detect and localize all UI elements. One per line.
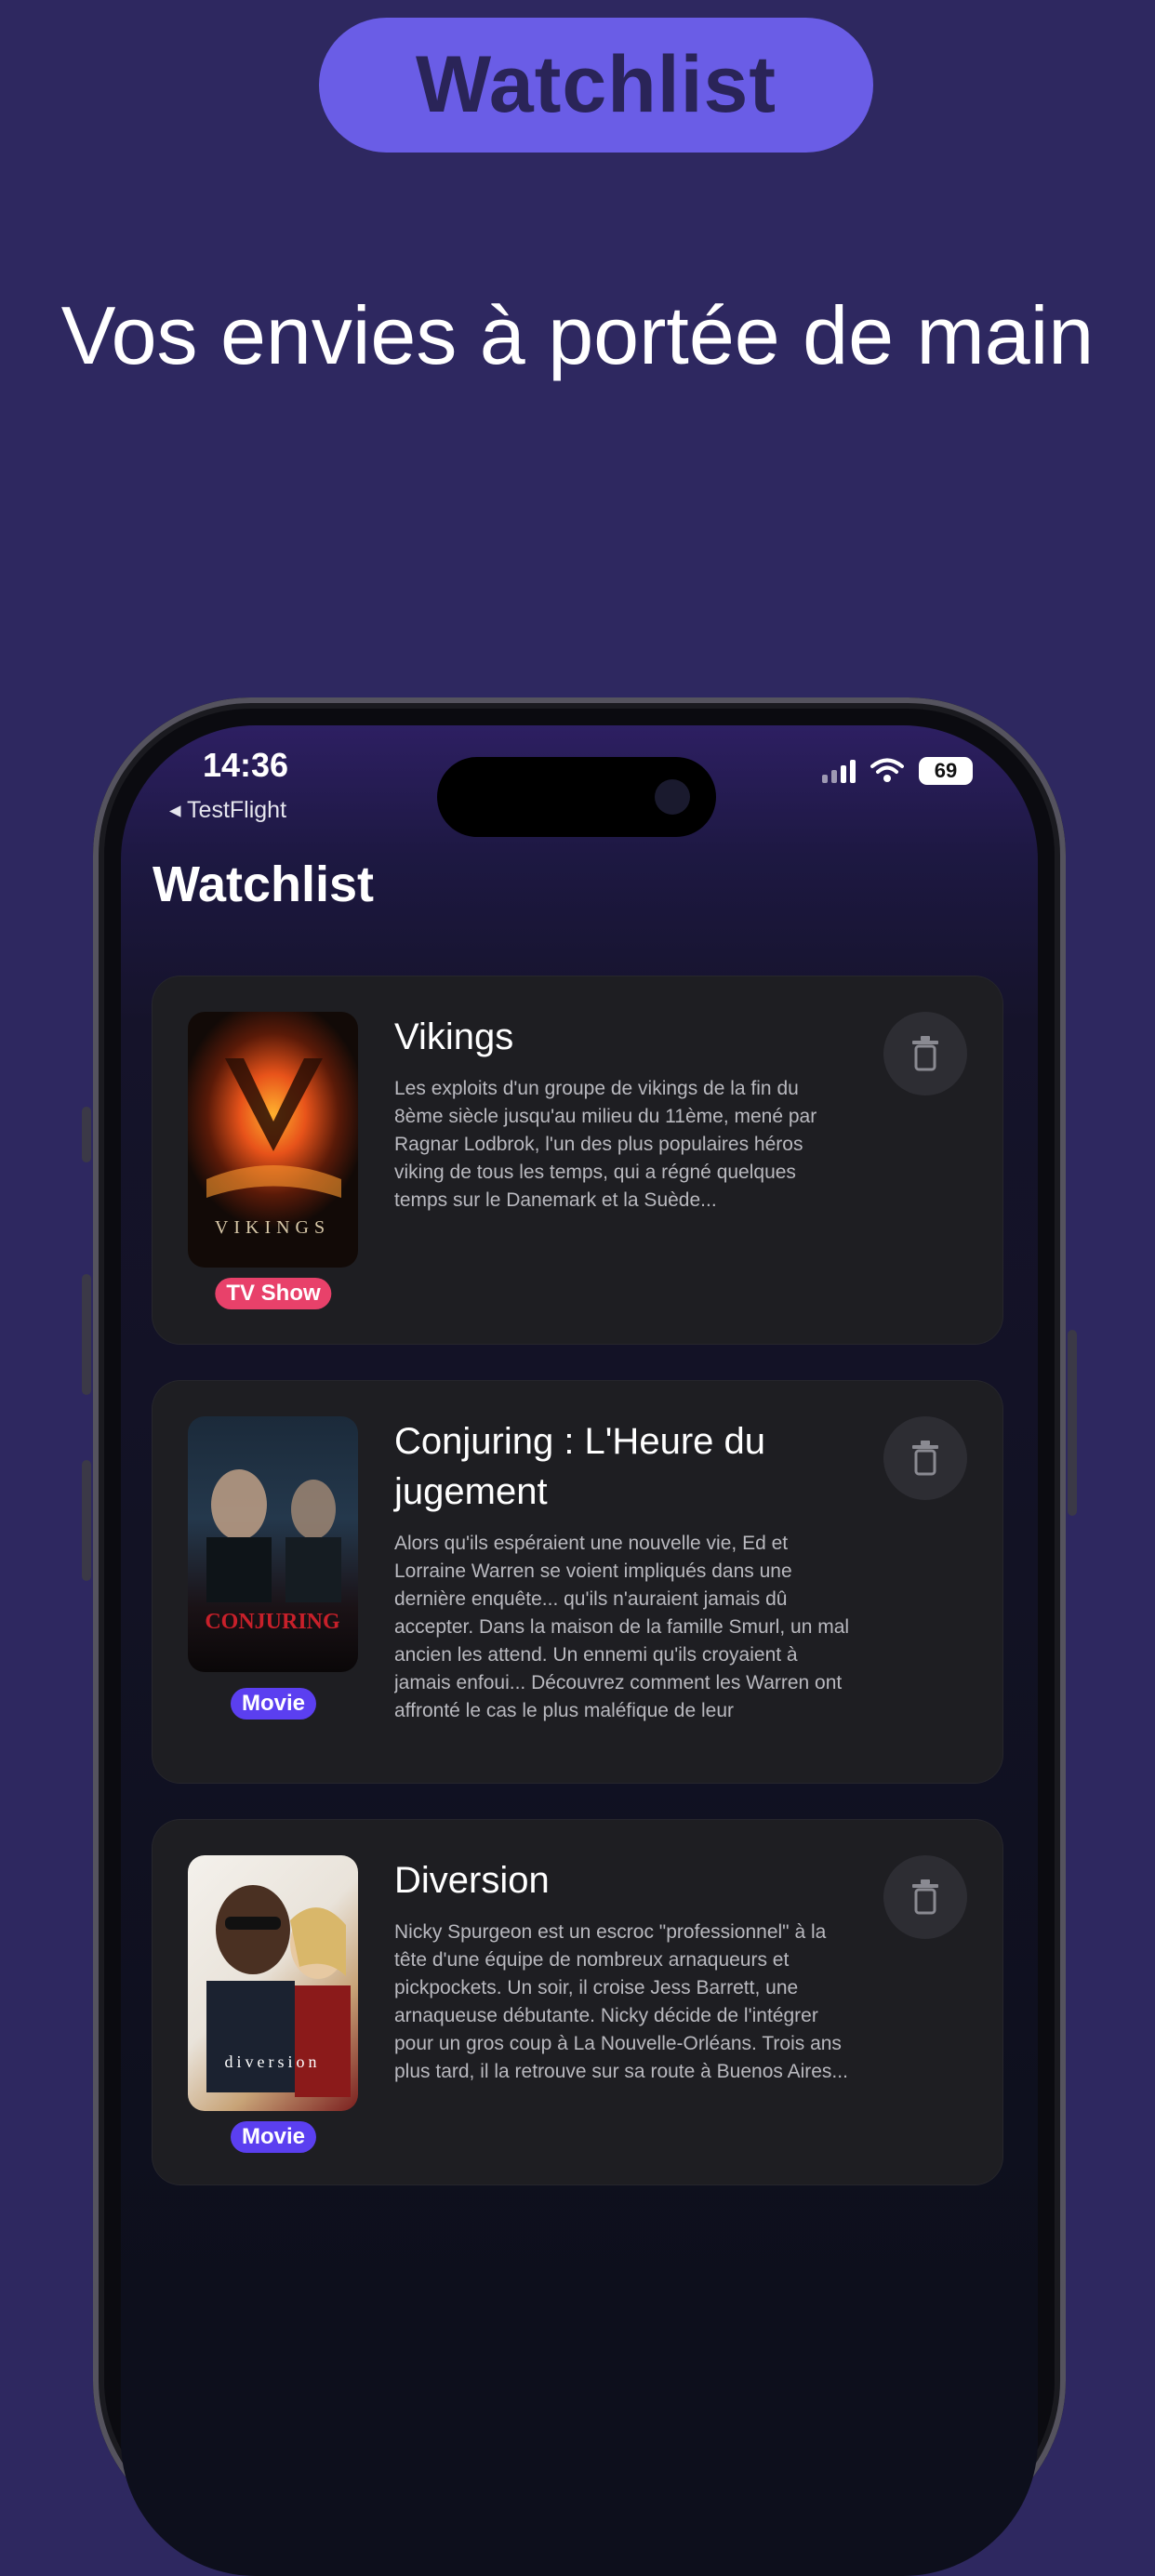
delete-button-vikings[interactable]	[883, 1012, 967, 1095]
trash-icon	[912, 1036, 938, 1071]
vikings-emblem-icon: VIKINGS	[206, 1058, 341, 1238]
watchlist-card-vikings[interactable]: VIKINGS TV Show Vikings Les exploits d'u…	[153, 976, 1002, 1344]
battery-icon: 69	[919, 757, 973, 785]
watchlist-card-conjuring[interactable]: CONJURING Movie Conjuring : L'Heure du j…	[153, 1381, 1002, 1783]
title-vikings: Vikings	[394, 1016, 514, 1057]
phone-screen: 14:36 ◂ TestFlight 69 Watchlist VIKINGS	[121, 725, 1038, 2576]
back-to-testflight[interactable]: ◂ TestFlight	[169, 796, 286, 824]
description-diversion: Nicky Spurgeon est un escroc "profession…	[394, 1921, 848, 2082]
pill-label: Watchlist	[415, 40, 777, 129]
type-badge-conjuring: Movie	[230, 1688, 317, 1720]
dynamic-island	[437, 757, 716, 837]
delete-button-conjuring[interactable]	[883, 1416, 967, 1500]
phone-volume-down	[82, 1460, 91, 1581]
poster-vikings: VIKINGS	[188, 1012, 358, 1268]
poster-diversion: diversion	[188, 1855, 358, 2111]
diversion-figures-icon: diversion	[206, 1885, 351, 2097]
phone-power-button	[1068, 1330, 1077, 1516]
poster-caption-vikings: VIKINGS	[215, 1217, 330, 1238]
signal-icon	[822, 759, 856, 783]
trash-icon	[912, 1879, 938, 1915]
wifi-icon	[870, 758, 904, 782]
trash-icon	[912, 1441, 938, 1476]
watchlist-pill: Watchlist	[319, 18, 873, 153]
status-indicators: 69	[822, 757, 973, 785]
description-conjuring: Alors qu'ils espéraient une nouvelle vie…	[394, 1533, 850, 1721]
type-badge-vikings: TV Show	[215, 1278, 332, 1309]
title-conjuring: Conjuring : L'Heure du jugement	[394, 1421, 765, 1512]
watchlist-card-diversion[interactable]: diversion Movie Diversion Nicky Spurgeon…	[153, 1820, 1002, 2184]
description-vikings: Les exploits d'un groupe de vikings de l…	[394, 1078, 817, 1211]
poster-caption-conjuring: CONJURING	[205, 1610, 340, 1634]
phone-volume-up	[82, 1274, 91, 1395]
type-badge-diversion: Movie	[230, 2121, 317, 2153]
phone-frame: 14:36 ◂ TestFlight 69 Watchlist VIKINGS	[82, 697, 1077, 2576]
app-title: Watchlist	[153, 856, 375, 912]
phone-action-button	[82, 1107, 91, 1162]
conjuring-figures-icon: CONJURING	[205, 1469, 341, 1634]
status-time: 14:36	[203, 746, 289, 784]
poster-conjuring: CONJURING	[188, 1416, 358, 1672]
poster-caption-diversion: diversion	[225, 2052, 321, 2071]
delete-button-diversion[interactable]	[883, 1855, 967, 1939]
promo-headline: Vos envies à portée de main	[60, 289, 1095, 381]
title-diversion: Diversion	[394, 1860, 550, 1901]
front-camera	[655, 779, 690, 815]
